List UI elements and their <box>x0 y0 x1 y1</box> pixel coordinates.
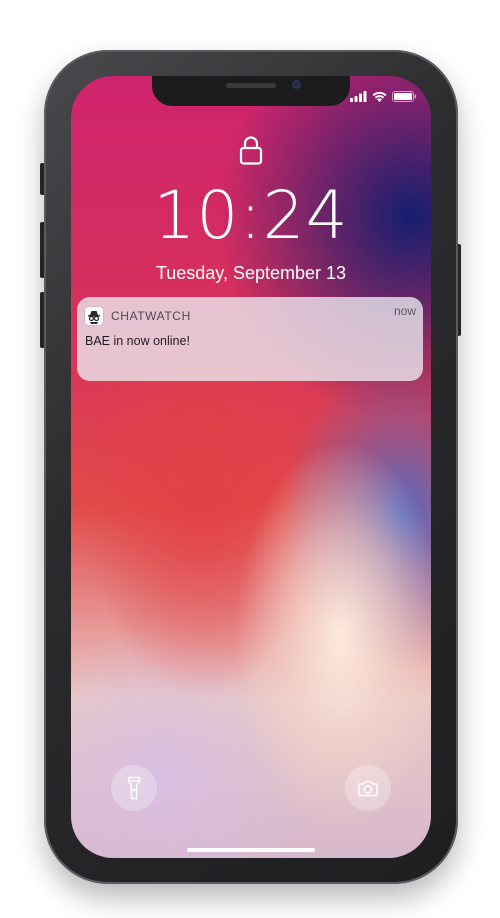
wifi-icon <box>372 91 387 102</box>
stage: 10:24 Tuesday, September 13 CHATWATCH no… <box>0 0 500 918</box>
earpiece-speaker <box>226 83 276 88</box>
flashlight-icon <box>127 776 141 800</box>
camera-icon <box>358 780 378 796</box>
status-bar <box>350 91 417 102</box>
app-icon <box>85 307 103 325</box>
front-camera <box>292 80 301 89</box>
home-indicator[interactable] <box>187 848 315 852</box>
cellular-signal-icon <box>350 91 367 102</box>
notification-message: BAE in now online! <box>85 334 190 348</box>
notification-card[interactable]: CHATWATCH now BAE in now online! <box>77 297 423 381</box>
spy-icon <box>88 311 100 324</box>
lock-screen: 10:24 Tuesday, September 13 CHATWATCH no… <box>71 76 431 858</box>
notch <box>152 76 350 106</box>
camera-button[interactable] <box>345 765 391 811</box>
battery-icon <box>392 91 417 102</box>
clock-time: 10:24 <box>153 177 349 254</box>
notification-time: now <box>393 304 416 318</box>
flashlight-button[interactable] <box>111 765 157 811</box>
lock-icon <box>239 136 263 165</box>
notification-app-name: CHATWATCH <box>111 309 191 323</box>
clock-date: Tuesday, September 13 <box>155 263 347 283</box>
